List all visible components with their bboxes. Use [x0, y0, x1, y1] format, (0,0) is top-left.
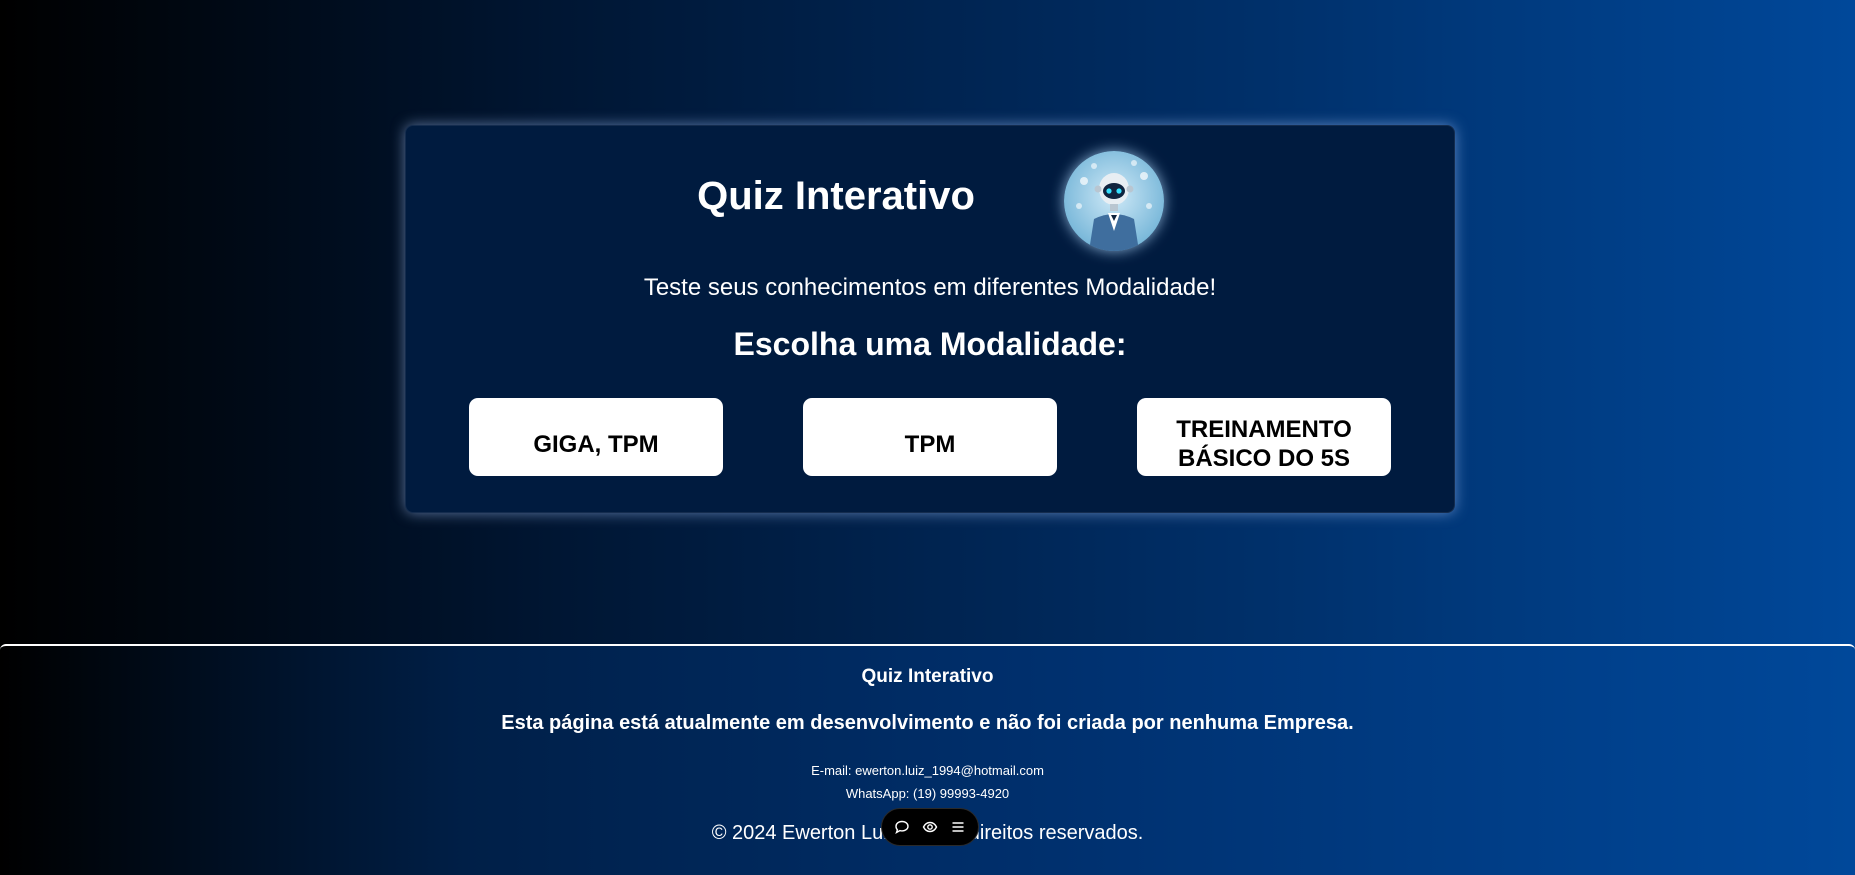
- mode-button-tpm[interactable]: TPM: [803, 398, 1057, 476]
- footer-email: E-mail: ewerton.luiz_1994@hotmail.com: [811, 763, 1044, 778]
- mode-button-5s[interactable]: TREINAMENTO BÁSICO DO 5S: [1137, 398, 1391, 476]
- quiz-card: Quiz Interativo Teste seus conhecimentos…: [405, 125, 1455, 513]
- subtitle: Teste seus conhecimentos em diferentes M…: [643, 274, 1217, 301]
- footer-notice: Esta página está atualmente em desenvolv…: [501, 712, 1354, 734]
- floating-toolbar: [881, 808, 979, 846]
- footer-title: Quiz Interativo: [861, 666, 994, 687]
- mode-button-giga-tpm[interactable]: GIGA, TPM: [469, 398, 723, 476]
- robot-avatar-icon: [1064, 151, 1164, 251]
- footer-whatsapp: WhatsApp: (19) 99993-4920: [845, 786, 1010, 801]
- menu-icon[interactable]: [949, 818, 967, 836]
- choose-mode-heading: Escolha uma Modalidade:: [733, 326, 1127, 362]
- comment-icon[interactable]: [893, 818, 911, 836]
- eye-icon[interactable]: [921, 818, 939, 836]
